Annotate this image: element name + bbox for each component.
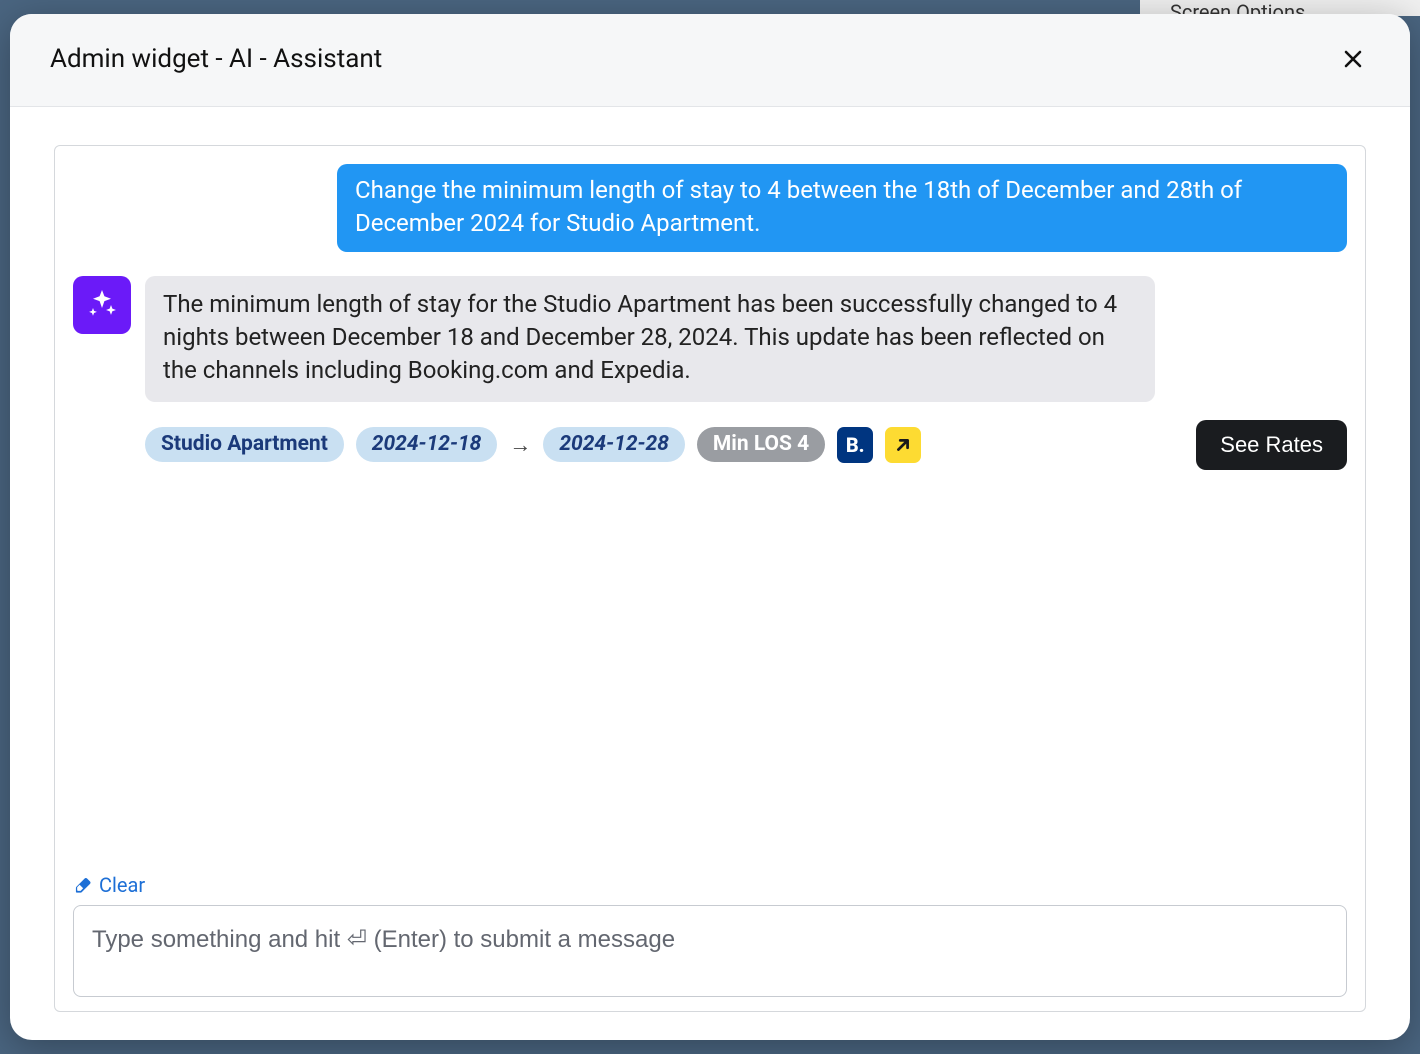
eraser-icon — [73, 875, 93, 895]
message-input-container[interactable] — [73, 905, 1347, 997]
clear-label: Clear — [99, 873, 145, 897]
arrow-right-icon: → — [509, 432, 531, 458]
rule-tag: Min LOS 4 — [697, 427, 825, 462]
modal-header: Admin widget - AI - Assistant — [10, 14, 1410, 107]
expedia-icon — [885, 427, 921, 463]
ai-message-row: The minimum length of stay for the Studi… — [73, 276, 1347, 401]
clear-button[interactable]: Clear — [73, 873, 145, 897]
property-tag: Studio Apartment — [145, 427, 344, 462]
modal-body: Change the minimum length of stay to 4 b… — [10, 107, 1410, 1040]
close-icon — [1341, 47, 1365, 71]
arrow-up-right-icon — [892, 434, 914, 456]
message-list: Change the minimum length of stay to 4 b… — [73, 164, 1347, 853]
sparkle-icon — [84, 287, 120, 323]
message-input[interactable] — [92, 926, 1328, 954]
see-rates-button[interactable]: See Rates — [1196, 420, 1347, 470]
close-button[interactable] — [1336, 42, 1370, 76]
date-from-tag: 2024-12-18 — [356, 427, 498, 462]
user-message-bubble: Change the minimum length of stay to 4 b… — [337, 164, 1347, 252]
booking-com-icon: B. — [837, 427, 873, 463]
ai-avatar — [73, 276, 131, 334]
ai-assistant-modal: Admin widget - AI - Assistant Change the… — [10, 14, 1410, 1040]
modal-title: Admin widget - AI - Assistant — [50, 44, 382, 74]
chat-panel: Change the minimum length of stay to 4 b… — [54, 145, 1366, 1012]
ai-message-bubble: The minimum length of stay for the Studi… — [145, 276, 1155, 401]
result-tags-row: Studio Apartment 2024-12-18 → 2024-12-28… — [145, 420, 1347, 470]
user-message-row: Change the minimum length of stay to 4 b… — [73, 164, 1347, 252]
date-to-tag: 2024-12-28 — [543, 427, 685, 462]
